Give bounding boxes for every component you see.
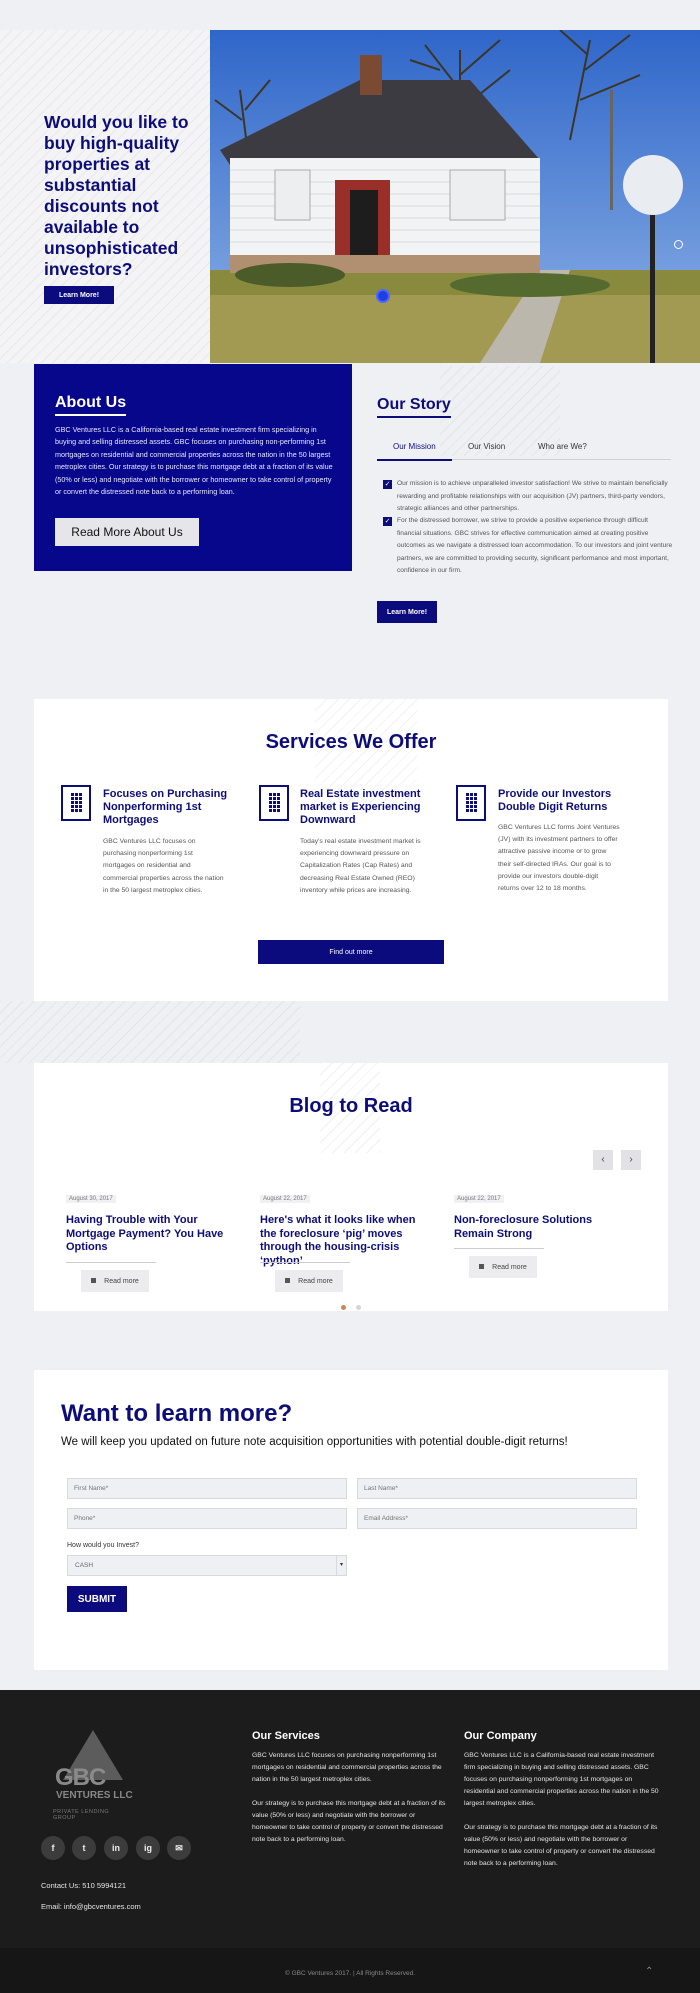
blog-title: Blog to Read bbox=[289, 1095, 413, 1117]
hero-text-panel: Would you like to buy high-quality prope… bbox=[0, 30, 210, 363]
tab-who-are-we[interactable]: Who are We? bbox=[538, 442, 587, 451]
post-date: August 22, 2017 bbox=[454, 1195, 504, 1203]
services-title: Services We Offer bbox=[265, 731, 437, 753]
active-tab-indicator bbox=[377, 459, 452, 461]
post-title-link[interactable]: Having Trouble with Your Mortgage Paymen… bbox=[66, 1214, 234, 1255]
footer-services-title: Our Services bbox=[252, 1730, 320, 1742]
pagination-dot-active[interactable] bbox=[341, 1305, 346, 1310]
footer-company-text: GBC Ventures LLC is a California-based r… bbox=[464, 1752, 659, 1807]
service-text: Today's real estate investment market is… bbox=[300, 838, 421, 894]
chevron-down-icon: ▾ bbox=[336, 1556, 346, 1575]
house-illustration bbox=[210, 30, 700, 363]
post-title-link[interactable]: Non-foreclosure Solutions Remain Strong bbox=[454, 1214, 622, 1241]
tab-our-mission[interactable]: Our Mission bbox=[393, 442, 436, 451]
pagination-dot[interactable] bbox=[356, 1305, 361, 1310]
footer-bottom-bar: © GBC Ventures 2017. | All Rights Reserv… bbox=[0, 1948, 700, 1993]
learn-more-form: Want to learn more? We will keep you upd… bbox=[34, 1370, 668, 1670]
submit-button[interactable]: SUBMIT bbox=[67, 1586, 127, 1612]
hero-slider-dot[interactable] bbox=[376, 289, 390, 303]
contact-phone: Contact Us: 510 5994121 bbox=[41, 1881, 127, 1890]
story-title: Our Story bbox=[377, 396, 451, 418]
contact-email[interactable]: Email: info@gbcventures.com bbox=[41, 1902, 141, 1911]
service-title: Real Estate investment market is Experie… bbox=[300, 788, 421, 826]
service-title: Focuses on Purchasing Nonperforming 1st … bbox=[103, 788, 228, 826]
blog-prev-button[interactable]: ‹ bbox=[593, 1150, 613, 1170]
about-title: About Us bbox=[55, 394, 127, 416]
hero-learn-more-button[interactable]: Learn More! bbox=[44, 286, 114, 304]
checkbox-icon: ✓ bbox=[383, 480, 392, 489]
footer-company-title: Our Company bbox=[464, 1730, 537, 1742]
phone-field[interactable] bbox=[67, 1508, 347, 1529]
divider bbox=[260, 1262, 350, 1263]
blog-pattern bbox=[0, 1001, 300, 1063]
about-text: GBC Ventures LLC is a California-based r… bbox=[55, 425, 333, 497]
post-date: August 22, 2017 bbox=[260, 1195, 310, 1203]
story-item: Our mission is to achieve unparalleled i… bbox=[397, 480, 668, 513]
invest-selected-value: CASH bbox=[75, 1562, 94, 1569]
footer-services-text: GBC Ventures LLC focuses on purchasing n… bbox=[252, 1752, 442, 1783]
last-name-field[interactable] bbox=[357, 1478, 637, 1499]
hero-house-image bbox=[210, 30, 700, 363]
post-date: August 30, 2017 bbox=[66, 1195, 116, 1203]
blog-card: Blog to Read ‹ › August 30, 2017 Having … bbox=[34, 1063, 668, 1311]
hero-title: Would you like to buy high-quality prope… bbox=[44, 112, 189, 279]
mail-icon[interactable]: ✉ bbox=[167, 1836, 191, 1860]
form-subtitle: We will keep you updated on future note … bbox=[61, 1436, 568, 1448]
story-learn-more-button[interactable]: Learn More! bbox=[377, 601, 437, 623]
story-item: For the distressed borrower, we strive t… bbox=[397, 517, 673, 575]
find-out-more-button[interactable]: Find out more bbox=[258, 940, 444, 964]
building-icon bbox=[456, 785, 486, 821]
service-text: GBC Ventures LLC focuses on purchasing n… bbox=[103, 838, 224, 894]
linkedin-icon[interactable]: in bbox=[104, 1836, 128, 1860]
invest-label: How would you Invest? bbox=[67, 1542, 139, 1549]
post-title-link[interactable]: Here's what it looks like when the forec… bbox=[260, 1214, 428, 1268]
read-more-about-button[interactable]: Read More About Us bbox=[55, 518, 199, 546]
service-text: GBC Ventures LLC forms Joint Ventures (J… bbox=[498, 824, 620, 893]
hero-section: Would you like to buy high-quality prope… bbox=[0, 30, 700, 363]
invest-select[interactable]: CASH ▾ bbox=[67, 1555, 347, 1576]
read-more-button[interactable]: Read more bbox=[469, 1256, 537, 1278]
about-us-panel: About Us GBC Ventures LLC is a Californi… bbox=[34, 364, 352, 571]
service-title: Provide our Investors Double Digit Retur… bbox=[498, 788, 612, 813]
copyright-text: © GBC Ventures 2017. | All Rights Reserv… bbox=[284, 1970, 416, 1977]
hero-slider-ring[interactable] bbox=[674, 240, 683, 249]
footer: GBC VENTURES LLC PRIVATE LENDING GROUP f… bbox=[0, 1690, 700, 1948]
scroll-to-top-icon[interactable]: ⌃ bbox=[645, 1966, 653, 1977]
divider bbox=[454, 1248, 544, 1249]
email-field[interactable] bbox=[357, 1508, 637, 1529]
divider bbox=[66, 1262, 156, 1263]
services-card: Services We Offer Focuses on Purchasing … bbox=[34, 699, 668, 1001]
tab-our-vision[interactable]: Our Vision bbox=[468, 442, 505, 451]
first-name-field[interactable] bbox=[67, 1478, 347, 1499]
gbc-logo: GBC VENTURES LLC PRIVATE LENDING GROUP bbox=[53, 1730, 133, 1822]
story-tabs: Our Mission Our Vision Who are We? bbox=[377, 438, 671, 461]
building-icon bbox=[259, 785, 289, 821]
twitter-icon[interactable]: t bbox=[72, 1836, 96, 1860]
instagram-icon[interactable]: ig bbox=[136, 1836, 160, 1860]
checkbox-icon: ✓ bbox=[383, 517, 392, 526]
footer-company-text: Our strategy is to purchase this mortgag… bbox=[464, 1824, 658, 1867]
footer-services-text: Our strategy is to purchase this mortgag… bbox=[252, 1800, 446, 1843]
building-icon bbox=[61, 785, 91, 821]
blog-next-button[interactable]: › bbox=[621, 1150, 641, 1170]
facebook-icon[interactable]: f bbox=[41, 1836, 65, 1860]
form-title: Want to learn more? bbox=[61, 1400, 293, 1427]
read-more-button[interactable]: Read more bbox=[275, 1270, 343, 1292]
read-more-button[interactable]: Read more bbox=[81, 1270, 149, 1292]
